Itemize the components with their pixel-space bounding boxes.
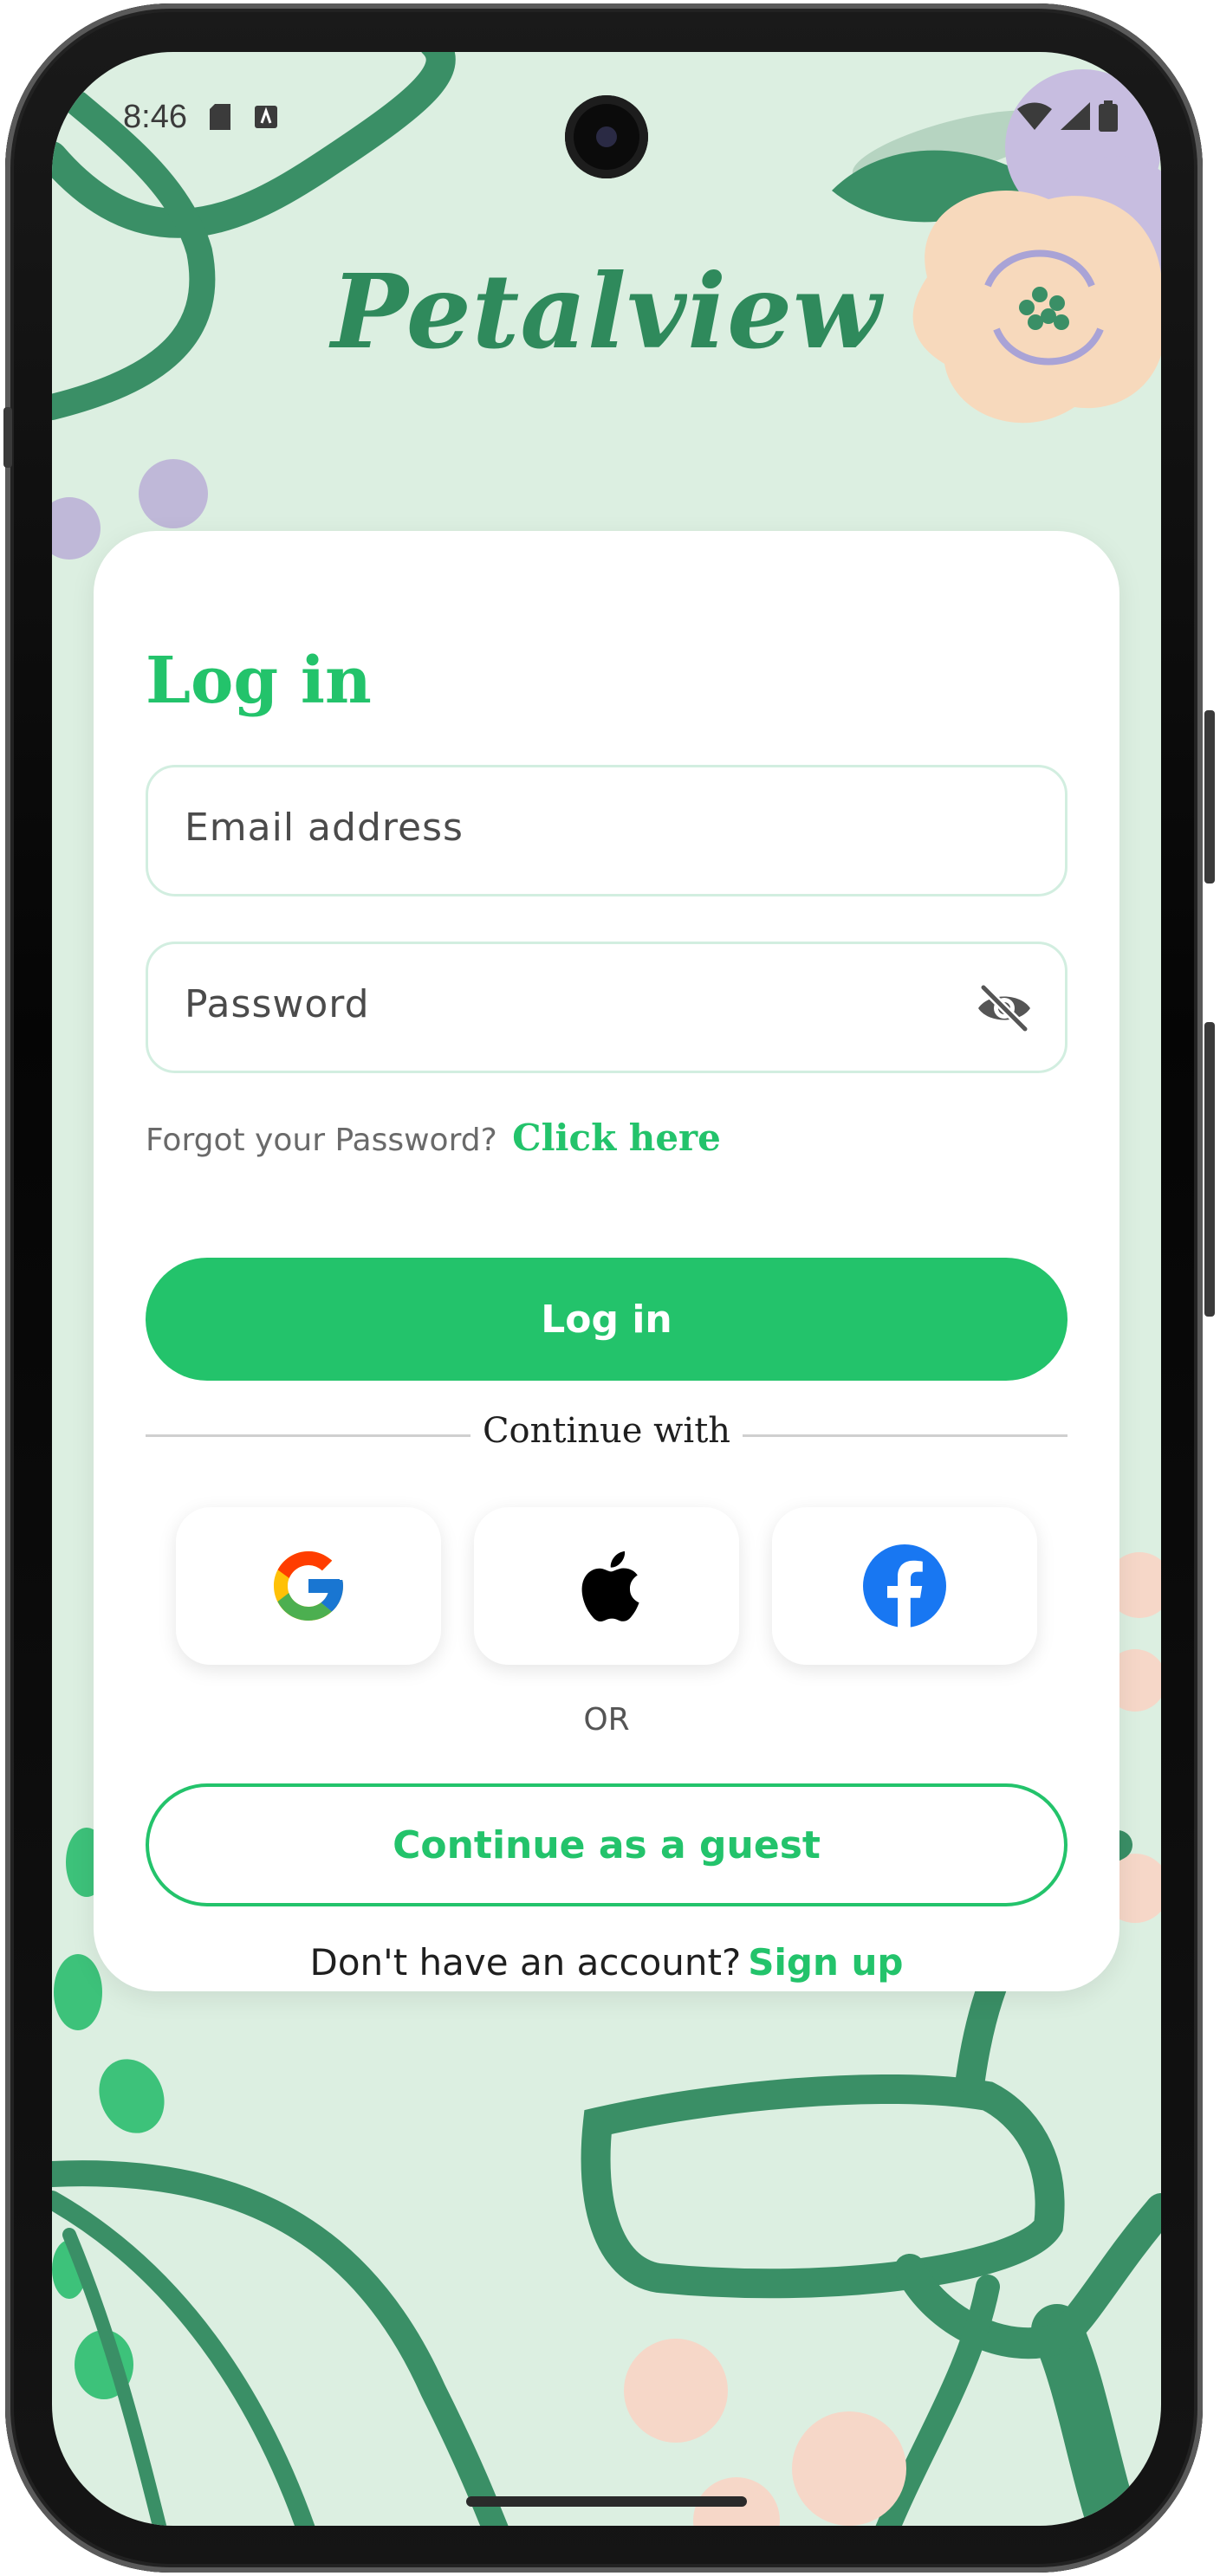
apple-icon (581, 1551, 639, 1622)
app-logo: Petalview (331, 251, 882, 372)
continue-as-guest-button[interactable]: Continue as a guest (146, 1783, 1068, 1906)
continue-with-label: Continue with (482, 1411, 731, 1451)
side-button-left (3, 407, 12, 468)
facebook-login-button[interactable] (772, 1507, 1037, 1665)
forgot-password-row: Forgot your Password? Click here (146, 1116, 721, 1159)
status-notification-icons (210, 104, 279, 130)
google-icon (274, 1551, 343, 1621)
password-field[interactable]: Password (146, 942, 1068, 1073)
password-placeholder: Password (185, 982, 370, 1026)
text-format-icon (255, 106, 277, 128)
signup-row: Don't have an account? Sign up (94, 1941, 1119, 1984)
screen: 8:46 Petalview Log in Email address Pass… (52, 52, 1161, 2526)
email-field[interactable]: Email address (146, 765, 1068, 896)
home-indicator[interactable] (466, 2496, 747, 2507)
volume-button (1204, 1022, 1215, 1317)
cellular-signal-icon (1061, 102, 1090, 130)
facebook-icon (863, 1544, 946, 1628)
status-time: 8:46 (123, 99, 187, 135)
visibility-off-icon[interactable] (975, 982, 1034, 1034)
signup-prompt: Don't have an account? (309, 1941, 742, 1984)
login-card: Log in Email address Password Forgot you… (94, 531, 1119, 1991)
forgot-password-link[interactable]: Click here (512, 1116, 721, 1159)
email-placeholder: Email address (185, 806, 464, 850)
battery-icon (1099, 100, 1118, 132)
signup-link[interactable]: Sign up (748, 1941, 903, 1984)
sd-card-icon (210, 104, 230, 130)
apple-login-button[interactable] (474, 1507, 739, 1665)
google-login-button[interactable] (176, 1507, 441, 1665)
forgot-password-text: Forgot your Password? (146, 1123, 497, 1158)
power-button (1204, 710, 1215, 883)
or-label: OR (583, 1702, 630, 1738)
front-camera (565, 95, 648, 178)
wifi-icon (1017, 102, 1052, 130)
status-system-icons (1017, 100, 1118, 132)
phone-frame: 8:46 Petalview Log in Email address Pass… (0, 0, 1220, 2576)
login-button[interactable]: Log in (146, 1258, 1068, 1381)
login-title: Log in (146, 644, 372, 718)
